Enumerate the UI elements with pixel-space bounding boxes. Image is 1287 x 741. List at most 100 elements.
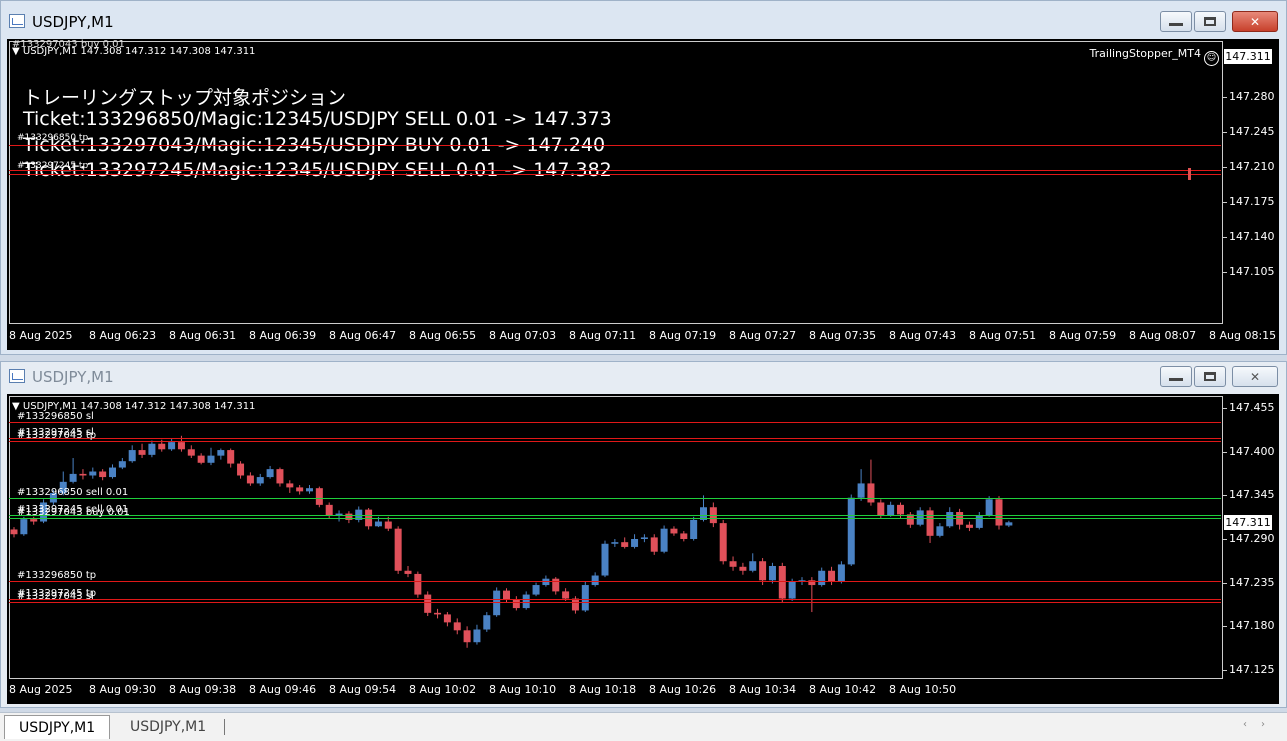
order-line-label: #133297043 sl xyxy=(17,591,94,602)
chart-window-bottom[interactable]: USDJPY,M1 ✕ ▼ USDJPY,M1 147.308 147.312 … xyxy=(0,361,1287,708)
price-tick xyxy=(1223,202,1227,203)
maximize-button[interactable] xyxy=(1194,11,1226,32)
price-label: 147.400 xyxy=(1229,445,1275,458)
candle-body xyxy=(660,528,668,552)
candle-body xyxy=(296,487,304,492)
tab-separator xyxy=(224,719,225,735)
title-bar[interactable]: USDJPY,M1 ✕ xyxy=(1,1,1286,39)
tab-usdjpy-m1-1[interactable]: USDJPY,M1 xyxy=(4,715,111,739)
candle-body xyxy=(867,483,875,503)
candle-body xyxy=(749,561,757,571)
candle-body xyxy=(256,477,264,484)
time-label: 8 Aug 08:07 xyxy=(1129,329,1197,342)
chart-window-icon xyxy=(9,369,25,383)
close-button[interactable]: ✕ xyxy=(1232,366,1278,387)
price-label: 147.345 xyxy=(1229,488,1275,501)
candle-body xyxy=(187,449,195,456)
candle-body xyxy=(374,521,382,527)
time-label: 8 Aug 06:47 xyxy=(329,329,397,342)
time-label: 8 Aug 06:23 xyxy=(89,329,157,342)
candle-body xyxy=(847,497,855,565)
price-tick xyxy=(1223,132,1227,133)
order-line xyxy=(9,441,1221,442)
time-label: 8 Aug 06:39 xyxy=(249,329,317,342)
candle-body xyxy=(897,504,904,515)
candle-body xyxy=(562,591,570,599)
close-button[interactable]: ✕ xyxy=(1232,11,1278,32)
candle-body xyxy=(621,542,629,547)
order-line[interactable] xyxy=(9,145,1221,146)
candle-body xyxy=(532,585,540,595)
price-label: 147.125 xyxy=(1229,663,1275,676)
price-label: 147.235 xyxy=(1229,576,1275,589)
price-tick xyxy=(1223,452,1227,453)
time-label: 8 Aug 07:03 xyxy=(489,329,557,342)
candle-body xyxy=(759,561,767,581)
candle-body xyxy=(453,622,461,631)
time-label: 8 Aug 10:02 xyxy=(409,683,477,696)
order-line xyxy=(9,602,1221,603)
price-label: 147.455 xyxy=(1229,401,1275,414)
time-label: 8 Aug 07:11 xyxy=(569,329,637,342)
candle-body xyxy=(89,471,97,476)
minimize-button[interactable] xyxy=(1160,11,1192,32)
candle-body xyxy=(768,565,776,581)
candle-body xyxy=(128,450,136,462)
time-label: 8 Aug 07:51 xyxy=(969,329,1037,342)
time-label: 8 Aug 07:43 xyxy=(889,329,957,342)
window-title: USDJPY,M1 xyxy=(32,13,114,31)
chart-area-bottom[interactable]: ▼ USDJPY,M1 147.308 147.312 147.308 147.… xyxy=(7,394,1279,704)
candle-body xyxy=(20,519,28,535)
order-line-label: #133297043 tp xyxy=(17,430,97,441)
minimize-button[interactable] xyxy=(1160,366,1192,387)
candle-body xyxy=(887,504,895,516)
order-line xyxy=(9,422,1221,423)
candle-body xyxy=(384,521,392,529)
order-line xyxy=(9,515,1221,516)
overlay-line-1: Ticket:133296850/Magic:12345/USDJPY SELL… xyxy=(23,108,612,130)
price-tick xyxy=(1223,272,1227,273)
candle-body xyxy=(581,585,589,611)
candle-body xyxy=(837,564,845,582)
candle-body xyxy=(414,573,422,595)
candle-body xyxy=(30,519,38,522)
candle-body xyxy=(69,473,77,482)
candle-body xyxy=(985,499,993,516)
candle-body xyxy=(207,455,215,463)
smiley-icon: ☺ xyxy=(1204,51,1219,66)
time-label: 8 Aug 2025 xyxy=(9,329,73,342)
order-line xyxy=(9,599,1221,600)
price-label: 147.180 xyxy=(1229,619,1275,632)
candle-body xyxy=(237,463,245,476)
price-label: 147.280 xyxy=(1229,90,1275,103)
candle-body xyxy=(315,488,323,505)
time-label: 8 Aug 09:30 xyxy=(89,683,157,696)
candlestick-series xyxy=(10,435,1013,648)
expert-advisor-label[interactable]: TrailingStopper_MT4 ☺ xyxy=(1090,47,1219,66)
price-tick xyxy=(1223,495,1227,496)
chart-window-top[interactable]: USDJPY,M1 ✕ #133297043 buy 0.01 ▼ USDJPY… xyxy=(0,0,1287,355)
tab-scroll-arrows[interactable]: ‹› xyxy=(1243,719,1279,730)
tab-usdjpy-m1-2[interactable]: USDJPY,M1 xyxy=(116,715,220,739)
time-label: 8 Aug 10:18 xyxy=(569,683,637,696)
order-line[interactable] xyxy=(9,170,1221,171)
price-label: 147.140 xyxy=(1229,230,1275,243)
order-line[interactable] xyxy=(9,174,1221,175)
price-tick xyxy=(1223,408,1227,409)
collapse-triangle-icon[interactable]: ▼ xyxy=(12,46,20,57)
candle-body xyxy=(443,614,451,623)
minimize-icon xyxy=(1169,378,1183,381)
candle-body xyxy=(10,529,18,535)
candle-body xyxy=(936,526,944,536)
candle-body xyxy=(463,630,471,643)
maximize-button[interactable] xyxy=(1194,366,1226,387)
price-label: 147.290 xyxy=(1229,532,1275,545)
time-label: 8 Aug 10:26 xyxy=(649,683,717,696)
time-label: 8 Aug 07:19 xyxy=(649,329,717,342)
candle-body xyxy=(995,499,1003,526)
time-label: 8 Aug 09:38 xyxy=(169,683,237,696)
chart-area-top[interactable]: #133297043 buy 0.01 ▼ USDJPY,M1 147.308 … xyxy=(7,39,1279,350)
order-line xyxy=(9,438,1221,439)
candle-body xyxy=(483,615,491,630)
symbol-ohlc: USDJPY,M1 147.308 147.312 147.308 147.31… xyxy=(22,46,256,57)
